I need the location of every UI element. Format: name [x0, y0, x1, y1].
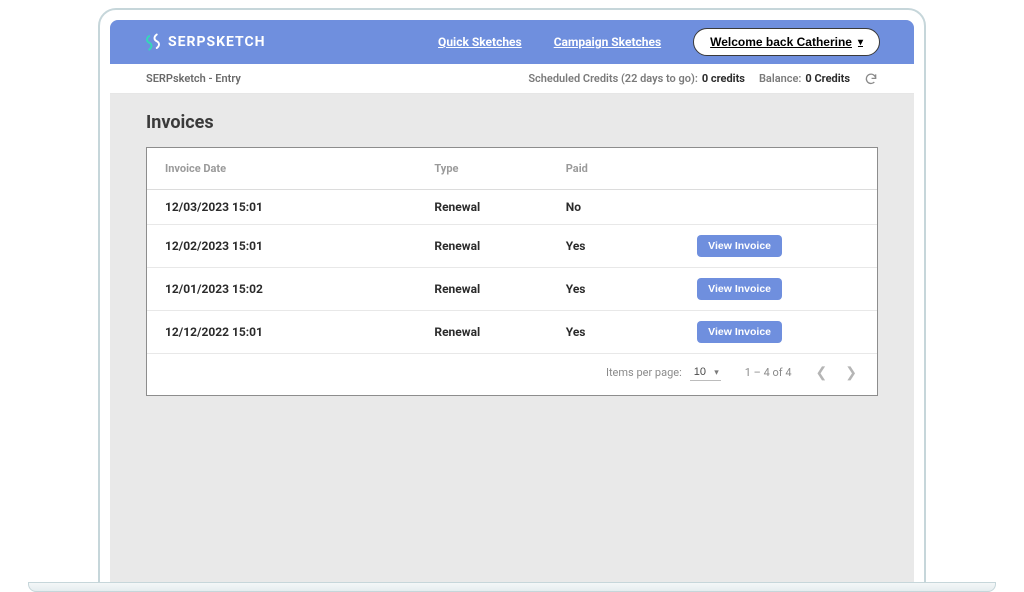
- page-size-select[interactable]: 10: [690, 364, 721, 381]
- sub-nav: SERPsketch - Entry Scheduled Credits (22…: [110, 64, 914, 94]
- cell-type: Renewal: [424, 225, 555, 268]
- paginator: Items per page: 10 1 – 4 of 4 ❮ ❯: [147, 354, 877, 395]
- nav-campaign-sketches[interactable]: Campaign Sketches: [554, 35, 661, 49]
- view-invoice-button[interactable]: View Invoice: [697, 235, 782, 257]
- refresh-icon[interactable]: [864, 72, 878, 86]
- table-row: 12/03/2023 15:01RenewalNo: [147, 190, 877, 225]
- cell-action: View Invoice: [687, 311, 877, 354]
- cell-paid: Yes: [556, 225, 687, 268]
- cell-action: View Invoice: [687, 225, 877, 268]
- invoices-table: Invoice Date Type Paid 12/03/2023 15:01R…: [147, 148, 877, 354]
- cell-paid: Yes: [556, 311, 687, 354]
- cell-type: Renewal: [424, 268, 555, 311]
- paginator-range: 1 – 4 of 4: [745, 366, 792, 379]
- cell-date: 12/03/2023 15:01: [147, 190, 424, 225]
- cell-type: Renewal: [424, 190, 555, 225]
- cell-paid: Yes: [556, 268, 687, 311]
- cell-type: Renewal: [424, 311, 555, 354]
- brand-name: SERPSKETCH: [168, 34, 266, 50]
- view-invoice-button[interactable]: View Invoice: [697, 321, 782, 343]
- cell-date: 12/01/2023 15:02: [147, 268, 424, 311]
- col-header-date: Invoice Date: [147, 148, 424, 190]
- user-menu-label: Welcome back Catherine: [710, 35, 852, 49]
- scheduled-credits-value: 0 credits: [702, 72, 745, 85]
- view-invoice-button[interactable]: View Invoice: [697, 278, 782, 300]
- caret-down-icon: ▾: [858, 37, 863, 48]
- logo-icon: [144, 33, 162, 51]
- device-frame: SERPSKETCH Quick Sketches Campaign Sketc…: [98, 8, 926, 584]
- brand-logo[interactable]: SERPSKETCH: [144, 33, 266, 51]
- balance-value: 0 Credits: [805, 72, 850, 85]
- app-screen: SERPSKETCH Quick Sketches Campaign Sketc…: [110, 20, 914, 582]
- user-menu-button[interactable]: Welcome back Catherine ▾: [693, 28, 880, 56]
- scheduled-credits-label: Scheduled Credits (22 days to go):: [528, 72, 698, 85]
- device-base: [28, 582, 996, 592]
- cell-date: 12/12/2022 15:01: [147, 311, 424, 354]
- items-per-page-label: Items per page:: [606, 366, 682, 379]
- page-body: Invoices Invoice Date Type Paid 12/03/20…: [110, 94, 914, 582]
- table-row: 12/02/2023 15:01RenewalYes View Invoice: [147, 225, 877, 268]
- breadcrumb: SERPsketch - Entry: [146, 72, 241, 85]
- paginator-prev-icon[interactable]: ❮: [816, 365, 828, 381]
- page-title: Invoices: [146, 112, 878, 133]
- cell-action: [687, 190, 877, 225]
- top-nav: SERPSKETCH Quick Sketches Campaign Sketc…: [110, 20, 914, 64]
- nav-quick-sketches[interactable]: Quick Sketches: [438, 35, 522, 49]
- cell-paid: No: [556, 190, 687, 225]
- paginator-next-icon[interactable]: ❯: [845, 365, 857, 381]
- table-row: 12/12/2022 15:01RenewalYes View Invoice: [147, 311, 877, 354]
- balance-label: Balance:: [759, 72, 801, 85]
- col-header-type: Type: [424, 148, 555, 190]
- col-header-paid: Paid: [556, 148, 687, 190]
- cell-date: 12/02/2023 15:01: [147, 225, 424, 268]
- cell-action: View Invoice: [687, 268, 877, 311]
- invoices-table-card: Invoice Date Type Paid 12/03/2023 15:01R…: [146, 147, 878, 396]
- table-row: 12/01/2023 15:02RenewalYes View Invoice: [147, 268, 877, 311]
